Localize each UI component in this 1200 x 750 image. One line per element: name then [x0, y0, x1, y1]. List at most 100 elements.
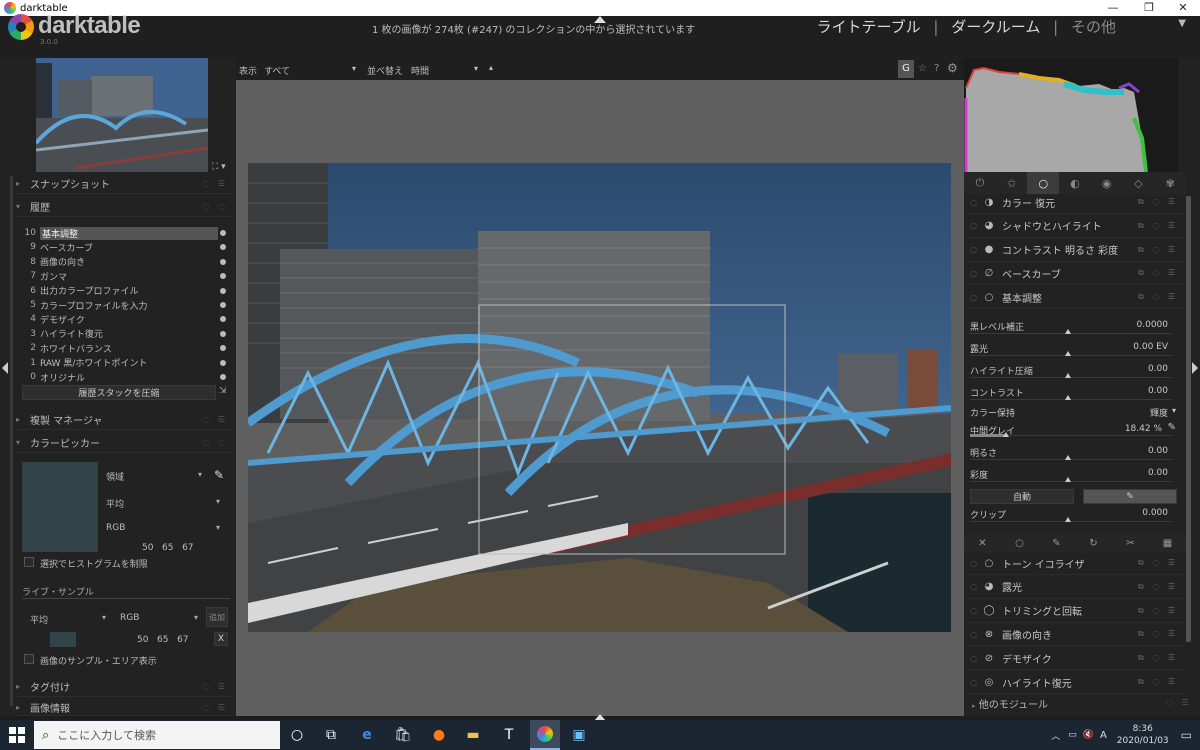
processing-module-header[interactable]: ○ ∅ ベースカーブ ⧉ ◌ ☰ [966, 262, 1184, 286]
history-item[interactable]: 5 カラープロファイルを入力 [22, 298, 232, 312]
close-button[interactable]: ✕ [1160, 0, 1200, 16]
module-presets-icon[interactable]: ◌ ☰ [1166, 698, 1192, 707]
module-presets-icon[interactable]: ◌ ◌ [202, 438, 228, 447]
slider-marker[interactable] [1065, 455, 1071, 460]
file-explorer-icon[interactable]: ▬ [462, 724, 484, 746]
navigator-thumbnail[interactable] [36, 58, 208, 172]
picker-mode-select[interactable]: 領域 [106, 470, 124, 483]
color-picker-eyedropper-icon[interactable]: ✎ [214, 468, 224, 482]
restrict-histogram-checkbox[interactable] [24, 557, 34, 567]
history-item[interactable]: 6 出力カラープロファイル [22, 284, 232, 298]
mask-tool-icon[interactable]: ○ [1001, 534, 1038, 553]
windows-start-button[interactable] [0, 720, 34, 750]
processing-module-header[interactable]: ○ ○ 基本調整 ⧉ ◌ ☰ [966, 286, 1184, 310]
grouping-button[interactable]: G [898, 60, 914, 78]
mask-tool-icon[interactable]: ✕ [964, 534, 1001, 553]
view-lighttable[interactable]: ライトテーブル [817, 18, 921, 36]
module-presets-icon[interactable]: ⧉ ◌ ☰ [1138, 582, 1178, 592]
module-presets-icon[interactable]: ⧉ ◌ ☰ [1138, 629, 1178, 639]
slider-marker[interactable] [1065, 351, 1071, 356]
slider-marker[interactable] [1065, 373, 1071, 378]
remote-desktop-icon[interactable]: ▣ [568, 724, 590, 746]
module-power-icon[interactable]: ○ [970, 630, 980, 639]
remove-sample-button[interactable]: X [214, 632, 228, 646]
volume-icon[interactable]: 🔇 [1083, 730, 1094, 740]
add-sample-button[interactable]: 追加 [206, 607, 228, 627]
sort-select[interactable]: 時間 [411, 64, 429, 77]
left-scrollbar[interactable] [10, 176, 13, 706]
histogram[interactable] [964, 58, 1178, 172]
mid-gray-slider[interactable]: 中間グレイ 18.42 % ✎ [970, 422, 1176, 444]
color-preserve-value[interactable]: 輝度 [1150, 406, 1168, 419]
firefox-icon[interactable]: ● [428, 724, 450, 746]
ime-indicator[interactable]: A [1100, 730, 1107, 741]
module-power-icon[interactable]: ○ [970, 198, 980, 207]
show-sample-area-checkbox[interactable] [24, 654, 34, 664]
processing-module-header[interactable]: ○ ◕ 露光 ⧉ ◌ ☰ [966, 576, 1184, 599]
task-view-icon[interactable]: ⧉ [320, 724, 342, 746]
live-stat-select[interactable]: 平均 [30, 613, 48, 626]
module-presets-icon[interactable]: ⧉ ◌ ☰ [1138, 653, 1178, 663]
parameter-slider[interactable]: 黒レベル補正 0.0000 [970, 318, 1176, 340]
view-darkroom[interactable]: ダークルーム [951, 18, 1040, 36]
picker-colorspace-select[interactable]: RGB [106, 523, 125, 533]
slider-marker[interactable] [1065, 395, 1071, 400]
left-panel-collapse-icon[interactable] [2, 362, 8, 374]
history-compress-icon[interactable]: ⇲ [219, 386, 227, 396]
slider-marker[interactable] [1065, 329, 1071, 334]
module-presets-icon[interactable]: ◌ ☰ [202, 682, 228, 691]
parameter-slider[interactable]: 露光 0.00 EV [970, 340, 1176, 362]
module-tagging[interactable]: ▸ タグ付け ◌ ☰ [16, 677, 234, 697]
module-power-icon[interactable]: ○ [970, 654, 980, 663]
module-power-icon[interactable]: ○ [970, 678, 980, 687]
history-item[interactable]: 9 ベースカーブ [22, 240, 232, 254]
processing-module-header[interactable]: ○ ○ トーン イコライザ ⧉ ◌ ☰ [966, 552, 1184, 575]
mask-tool-icon[interactable]: ▦ [1149, 534, 1186, 553]
parameter-slider[interactable]: ハイライト圧縮 0.00 [970, 362, 1176, 384]
module-color-picker[interactable]: ▾ カラーピッカー ◌ ◌ [16, 433, 234, 453]
network-icon[interactable]: ▭ [1068, 730, 1077, 740]
mask-tool-icon[interactable]: ✎ [1038, 534, 1075, 553]
dropdown-icon[interactable]: ▾ [474, 64, 478, 73]
module-presets-icon[interactable]: ⧉ ◌ ☰ [1138, 677, 1178, 687]
module-image-info[interactable]: ▸ 画像情報 ◌ ☰ [16, 700, 234, 716]
top-panel-toggle-icon[interactable] [594, 16, 606, 23]
module-snapshots[interactable]: ▸ スナップショット ◌ ☰ [16, 174, 234, 194]
mask-tool-icon[interactable]: ↻ [1075, 534, 1112, 553]
history-item[interactable]: 2 ホワイトバランス [22, 341, 232, 355]
slider-marker[interactable] [1065, 517, 1071, 522]
compress-history-button[interactable]: 履歴スタックを圧縮 [22, 385, 216, 400]
processing-module-header[interactable]: ○ ⊘ デモザイク ⧉ ◌ ☰ [966, 647, 1184, 671]
eyedropper-icon[interactable]: ✎ [1168, 422, 1176, 433]
dropdown-icon[interactable]: ▾ [352, 64, 356, 73]
view-other[interactable]: その他 [1071, 18, 1116, 36]
history-item[interactable]: 3 ハイライト復元 [22, 327, 232, 341]
processing-module-header[interactable]: ○ ◕ シャドウとハイライト ⧉ ◌ ☰ [966, 215, 1184, 238]
processing-module-header[interactable]: ○ ◯ トリミングと回転 ⧉ ◌ ☰ [966, 600, 1184, 623]
module-presets-icon[interactable]: ◌ ☰ [202, 179, 228, 188]
module-presets-icon[interactable]: ◌ ☰ [202, 703, 228, 712]
module-presets-icon[interactable]: ◌ ☰ [202, 415, 228, 424]
history-item[interactable]: 7 ガンマ [22, 269, 232, 283]
mask-tool-icon[interactable]: ✂ [1112, 534, 1149, 553]
module-presets-icon[interactable]: ⧉ ◌ ☰ [1138, 292, 1178, 302]
parameter-slider[interactable]: 彩度 0.00 [970, 466, 1176, 488]
module-presets-icon[interactable]: ⧉ ◌ ☰ [1138, 197, 1178, 207]
right-panel-collapse-icon[interactable] [1192, 362, 1198, 374]
dropdown-icon[interactable]: ▾ [194, 613, 198, 622]
module-presets-icon[interactable]: ⧉ ◌ ☰ [1138, 221, 1178, 231]
taskbar-search-box[interactable]: ⌕ ここに入力して検索 [34, 721, 280, 749]
module-presets-icon[interactable]: ⧉ ◌ ☰ [1138, 268, 1178, 278]
help-icon[interactable]: ? [934, 63, 939, 74]
parameter-slider[interactable]: 明るさ 0.00 [970, 444, 1176, 466]
history-item[interactable]: 8 画像の向き [22, 255, 232, 269]
overlay-star-icon[interactable]: ☆ [918, 63, 927, 74]
module-power-icon[interactable]: ○ [970, 221, 980, 230]
module-presets-icon[interactable]: ⧉ ◌ ☰ [1138, 558, 1178, 568]
tray-chevron-icon[interactable]: ︿ [1051, 729, 1060, 742]
clock[interactable]: 8:36 2020/01/03 [1117, 723, 1169, 747]
dropdown-icon[interactable]: ▾ [102, 613, 106, 622]
slider-marker[interactable] [1003, 432, 1009, 437]
view-menu-chevron-icon[interactable]: ▼ [1178, 18, 1186, 29]
right-scrollbar[interactable] [1186, 196, 1191, 642]
